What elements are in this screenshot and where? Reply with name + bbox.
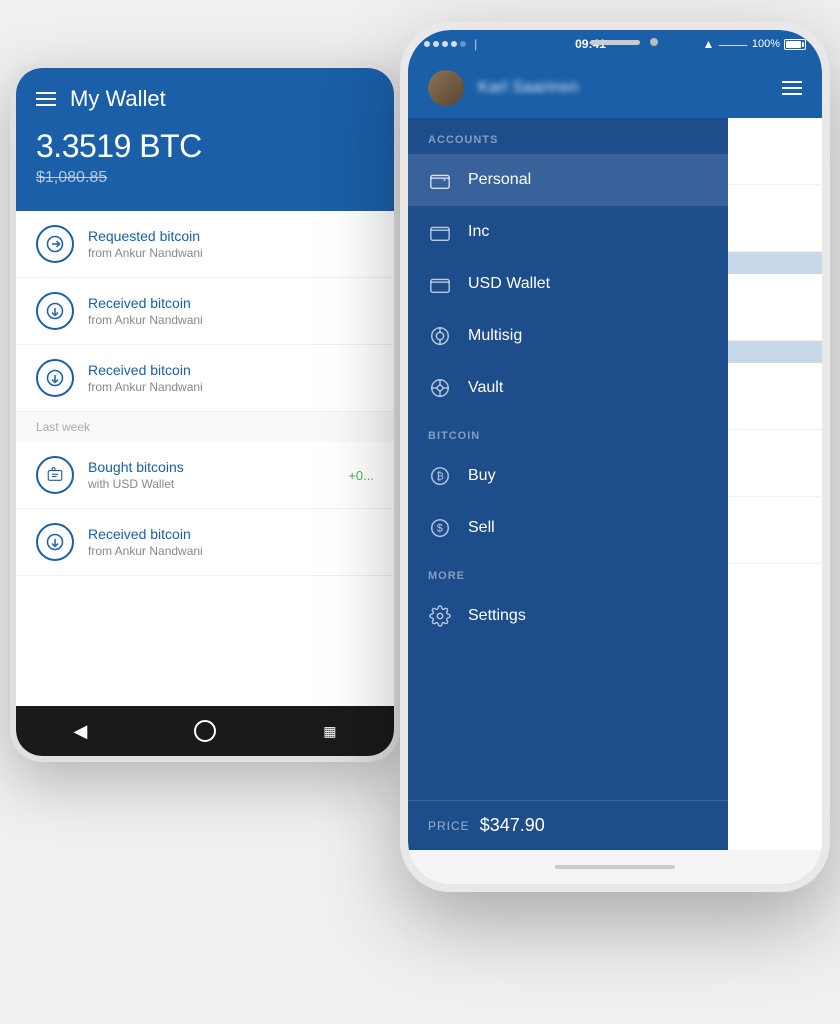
btc-amount: 3.3519 BTC	[36, 128, 374, 165]
tx-subtitle-3: from Ankur Nandwani	[88, 544, 374, 558]
tx-item-received-1[interactable]: Received bitcoin from Ankur Nandwani	[16, 278, 394, 345]
settings-label: Settings	[468, 607, 526, 625]
drawer-item-buy[interactable]: ₿ Buy	[408, 450, 728, 502]
tx-subtitle-2: from Ankur Nandwani	[88, 380, 374, 394]
price-value: $347.90	[480, 815, 545, 836]
battery-icon	[784, 39, 806, 50]
status-icons: ▲ ⸻ 100%	[702, 36, 806, 53]
profile-name: Karl Saarinen	[478, 79, 579, 97]
tx-title: Requested bitcoin	[88, 228, 374, 244]
received-icon-3	[36, 523, 74, 561]
tx-details-2: Received bitcoin from Ankur Nandwani	[88, 362, 374, 394]
tx-details-3: Received bitcoin from Ankur Nandwani	[88, 526, 374, 558]
tx-item-received-3[interactable]: Received bitcoin from Ankur Nandwani	[16, 509, 394, 576]
multisig-icon	[428, 324, 452, 348]
tx-title-1: Received bitcoin	[88, 295, 374, 311]
drawer-footer: PRICE $347.90	[408, 800, 728, 850]
tx-item-requested[interactable]: Requested bitcoin from Ankur Nandwani	[16, 211, 394, 278]
tx-subtitle: from Ankur Nandwani	[88, 246, 374, 260]
tx-item-received-2[interactable]: Received bitcoin from Ankur Nandwani	[16, 345, 394, 412]
sell-icon: $	[428, 516, 452, 540]
scene: My Wallet 3.3519 BTC $1,080.85	[10, 22, 830, 1002]
drawer-profile: Karl Saarinen	[408, 58, 728, 118]
ios-home-indicator	[408, 850, 822, 884]
drawer-item-vault[interactable]: Vault	[408, 362, 728, 414]
received-icon-2	[36, 359, 74, 397]
usd-amount: $1,080.85	[36, 169, 374, 187]
svg-text:₿: ₿	[436, 471, 443, 483]
drawer-item-inc[interactable]: Inc	[408, 206, 728, 258]
tx-subtitle-1: from Ankur Nandwani	[88, 313, 374, 327]
tx-title-bought: Bought bitcoins	[88, 459, 334, 475]
transaction-list: Requested bitcoin from Ankur Nandwani	[16, 211, 394, 576]
tx-subtitle-bought: with USD Wallet	[88, 477, 334, 491]
drawer-item-usd[interactable]: USD Wallet	[408, 258, 728, 310]
drawer-item-multisig[interactable]: Multisig	[408, 310, 728, 362]
inc-wallet-icon	[428, 220, 452, 244]
buy-icon: ₿	[428, 464, 452, 488]
android-content: Requested bitcoin from Ankur Nandwani	[16, 211, 394, 706]
vault-icon	[428, 376, 452, 400]
personal-label: Personal	[468, 171, 531, 189]
bitcoin-label: BITCOIN	[408, 414, 728, 450]
back-button[interactable]: ◀	[65, 713, 95, 750]
inc-label: Inc	[468, 223, 489, 241]
status-dots: ∣	[424, 38, 479, 51]
received-icon-1	[36, 292, 74, 330]
battery-text: 100%	[752, 38, 780, 50]
android-header: My Wallet 3.3519 BTC $1,080.85	[16, 68, 394, 211]
bought-icon	[36, 456, 74, 494]
multisig-label: Multisig	[468, 327, 522, 345]
buy-label: Buy	[468, 467, 496, 485]
profile-avatar	[428, 70, 464, 106]
price-label: PRICE	[428, 819, 470, 833]
feed-hamburger[interactable]	[782, 81, 802, 95]
home-button[interactable]	[194, 720, 216, 742]
android-bottom-bar: ◀ ▦	[16, 706, 394, 756]
svg-text:$: $	[437, 523, 443, 535]
personal-wallet-icon	[428, 168, 452, 192]
sell-label: Sell	[468, 519, 495, 537]
drawer: Karl Saarinen ACCOUNTS Personal	[408, 58, 728, 850]
vault-label: Vault	[468, 379, 503, 397]
tx-details-1: Received bitcoin from Ankur Nandwani	[88, 295, 374, 327]
tx-amount: +0...	[348, 468, 374, 483]
tx-details-bought: Bought bitcoins with USD Wallet	[88, 459, 334, 491]
more-label: MORE	[408, 554, 728, 590]
settings-icon	[428, 604, 452, 628]
android-phone: My Wallet 3.3519 BTC $1,080.85	[10, 62, 400, 762]
section-label: Last week	[16, 412, 394, 442]
requested-icon	[36, 225, 74, 263]
drawer-item-settings[interactable]: Settings	[408, 590, 728, 642]
usd-label: USD Wallet	[468, 275, 550, 293]
tx-title-3: Received bitcoin	[88, 526, 374, 542]
ios-phone: ∣ 09:41 ▲ ⸻ 100%	[400, 22, 830, 892]
drawer-item-personal[interactable]: Personal	[408, 154, 728, 206]
ios-speaker	[590, 40, 640, 45]
home-bar[interactable]	[555, 865, 675, 869]
usd-wallet-icon	[428, 272, 452, 296]
tx-title-2: Received bitcoin	[88, 362, 374, 378]
wallet-title: My Wallet	[70, 86, 166, 112]
ios-content: Sent to Bria... Sent to New...	[408, 58, 822, 850]
ios-camera	[650, 38, 658, 46]
drawer-item-sell[interactable]: $ Sell	[408, 502, 728, 554]
recent-button[interactable]: ▦	[315, 715, 344, 748]
hamburger-icon[interactable]	[36, 92, 56, 106]
tx-item-bought[interactable]: Bought bitcoins with USD Wallet +0...	[16, 442, 394, 509]
tx-details: Requested bitcoin from Ankur Nandwani	[88, 228, 374, 260]
accounts-label: ACCOUNTS	[408, 118, 728, 154]
